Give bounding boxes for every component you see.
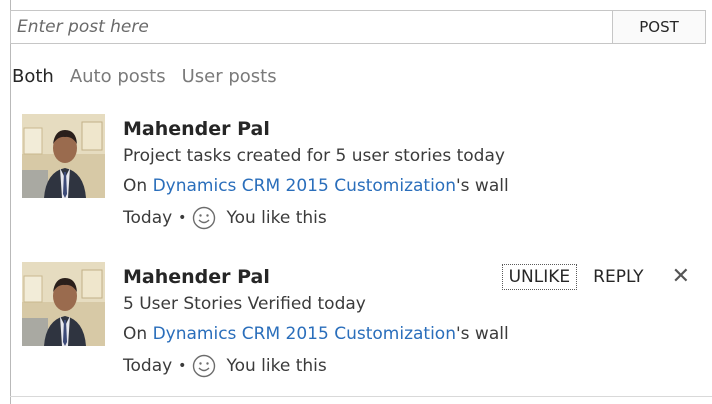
- post-time: Today: [123, 208, 173, 228]
- activity-feed: POST Both Auto posts User posts Mahender…: [0, 0, 712, 404]
- tab-both[interactable]: Both: [12, 66, 54, 87]
- post-meta: Today • You like this: [123, 204, 683, 232]
- post-actions: UNLIKE REPLY ✕: [501, 262, 690, 292]
- post-content: Mahender Pal Project tasks created for 5…: [123, 114, 683, 232]
- close-icon[interactable]: ✕: [672, 262, 690, 292]
- wall-link[interactable]: Dynamics CRM 2015 Customization: [153, 176, 456, 196]
- post-composer: POST: [10, 10, 706, 44]
- feed-post: Mahender Pal Project tasks created for 5…: [22, 114, 702, 244]
- feed-post: Mahender Pal 5 User Stories Verified tod…: [22, 262, 702, 392]
- tab-auto-posts[interactable]: Auto posts: [70, 66, 166, 87]
- unlike-button[interactable]: UNLIKE: [501, 264, 578, 290]
- tab-user-posts[interactable]: User posts: [182, 66, 277, 87]
- wall-link[interactable]: Dynamics CRM 2015 Customization: [153, 324, 456, 344]
- wall-prefix: On: [123, 324, 153, 344]
- avatar[interactable]: [22, 262, 105, 346]
- wall-line: On Dynamics CRM 2015 Customization's wal…: [123, 322, 683, 352]
- post-input[interactable]: [11, 11, 612, 43]
- divider: [10, 396, 712, 397]
- smiley-icon[interactable]: [192, 354, 216, 378]
- post-text: 5 User Stories Verified today: [123, 294, 366, 314]
- post-time: Today: [123, 356, 173, 376]
- post-meta: Today • You like this: [123, 352, 683, 380]
- post-text: Project tasks created for 5 user stories…: [123, 146, 505, 166]
- like-status: You like this: [226, 356, 327, 376]
- smiley-icon[interactable]: [192, 206, 216, 230]
- filter-tabs: Both Auto posts User posts: [12, 66, 277, 87]
- wall-line: On Dynamics CRM 2015 Customization's wal…: [123, 174, 683, 204]
- separator-dot: •: [178, 358, 187, 374]
- wall-prefix: On: [123, 176, 153, 196]
- wall-suffix: 's wall: [455, 176, 509, 196]
- left-border: [10, 0, 11, 404]
- separator-dot: •: [178, 210, 187, 226]
- post-button[interactable]: POST: [612, 11, 705, 43]
- author-name[interactable]: Mahender Pal: [123, 114, 683, 144]
- like-status: You like this: [226, 208, 327, 228]
- avatar[interactable]: [22, 114, 105, 198]
- wall-suffix: 's wall: [455, 324, 509, 344]
- reply-button[interactable]: REPLY: [587, 265, 649, 289]
